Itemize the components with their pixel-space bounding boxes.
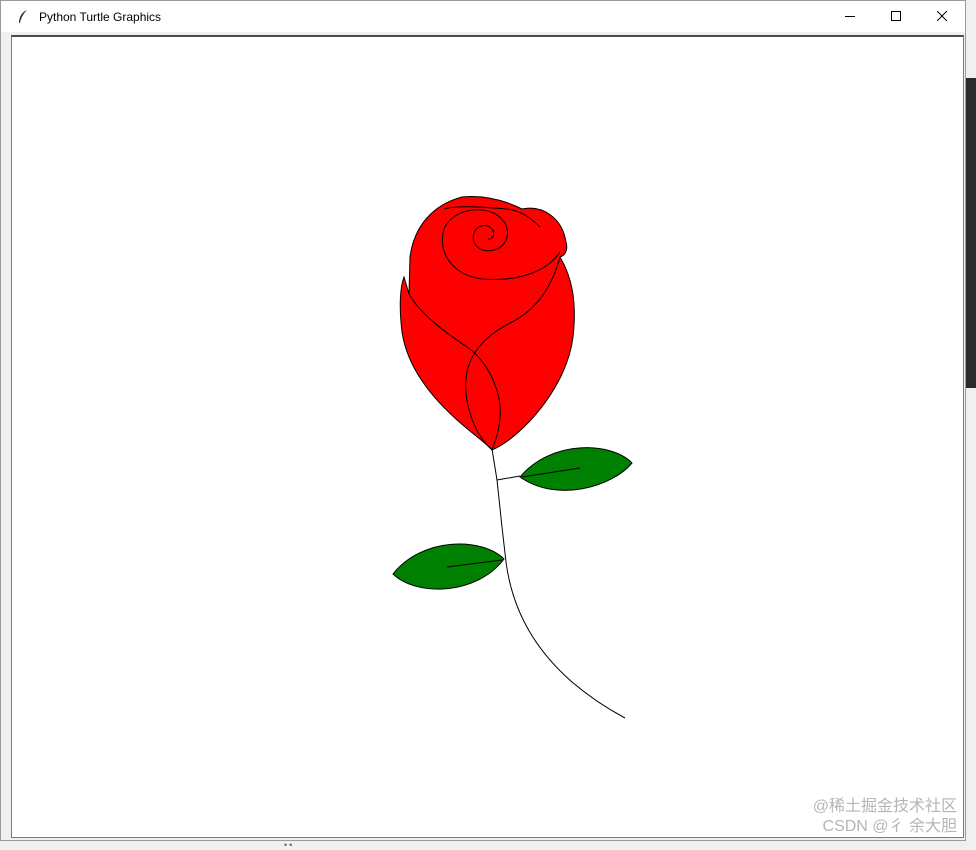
turtle-canvas[interactable]: @稀土掘金技术社区 CSDN @彳 余大胆 bbox=[11, 35, 964, 838]
background-window-strip bbox=[966, 78, 976, 388]
window-controls bbox=[827, 1, 965, 32]
rose-flower bbox=[399, 196, 575, 451]
window-title: Python Turtle Graphics bbox=[39, 9, 162, 24]
maximize-icon bbox=[891, 8, 901, 26]
watermark-line-2: CSDN @彳 余大胆 bbox=[822, 818, 957, 835]
maximize-button[interactable] bbox=[873, 1, 919, 32]
watermark: @稀土掘金技术社区 CSDN @彳 余大胆 bbox=[813, 797, 957, 837]
rose-drawing bbox=[392, 196, 633, 719]
background-resize-handle: •• bbox=[284, 840, 295, 850]
feather-icon bbox=[15, 9, 31, 25]
turtle-window: Python Turtle Graphics @稀土掘金技术社区 CSDN @彳… bbox=[0, 0, 966, 841]
leaf-connector bbox=[496, 475, 521, 481]
minimize-icon bbox=[845, 8, 855, 26]
title-bar[interactable]: Python Turtle Graphics bbox=[1, 1, 965, 32]
close-icon bbox=[936, 8, 948, 26]
watermark-line-1: @稀土掘金技术社区 bbox=[812, 798, 957, 815]
minimize-button[interactable] bbox=[827, 1, 873, 32]
close-button[interactable] bbox=[919, 1, 965, 32]
